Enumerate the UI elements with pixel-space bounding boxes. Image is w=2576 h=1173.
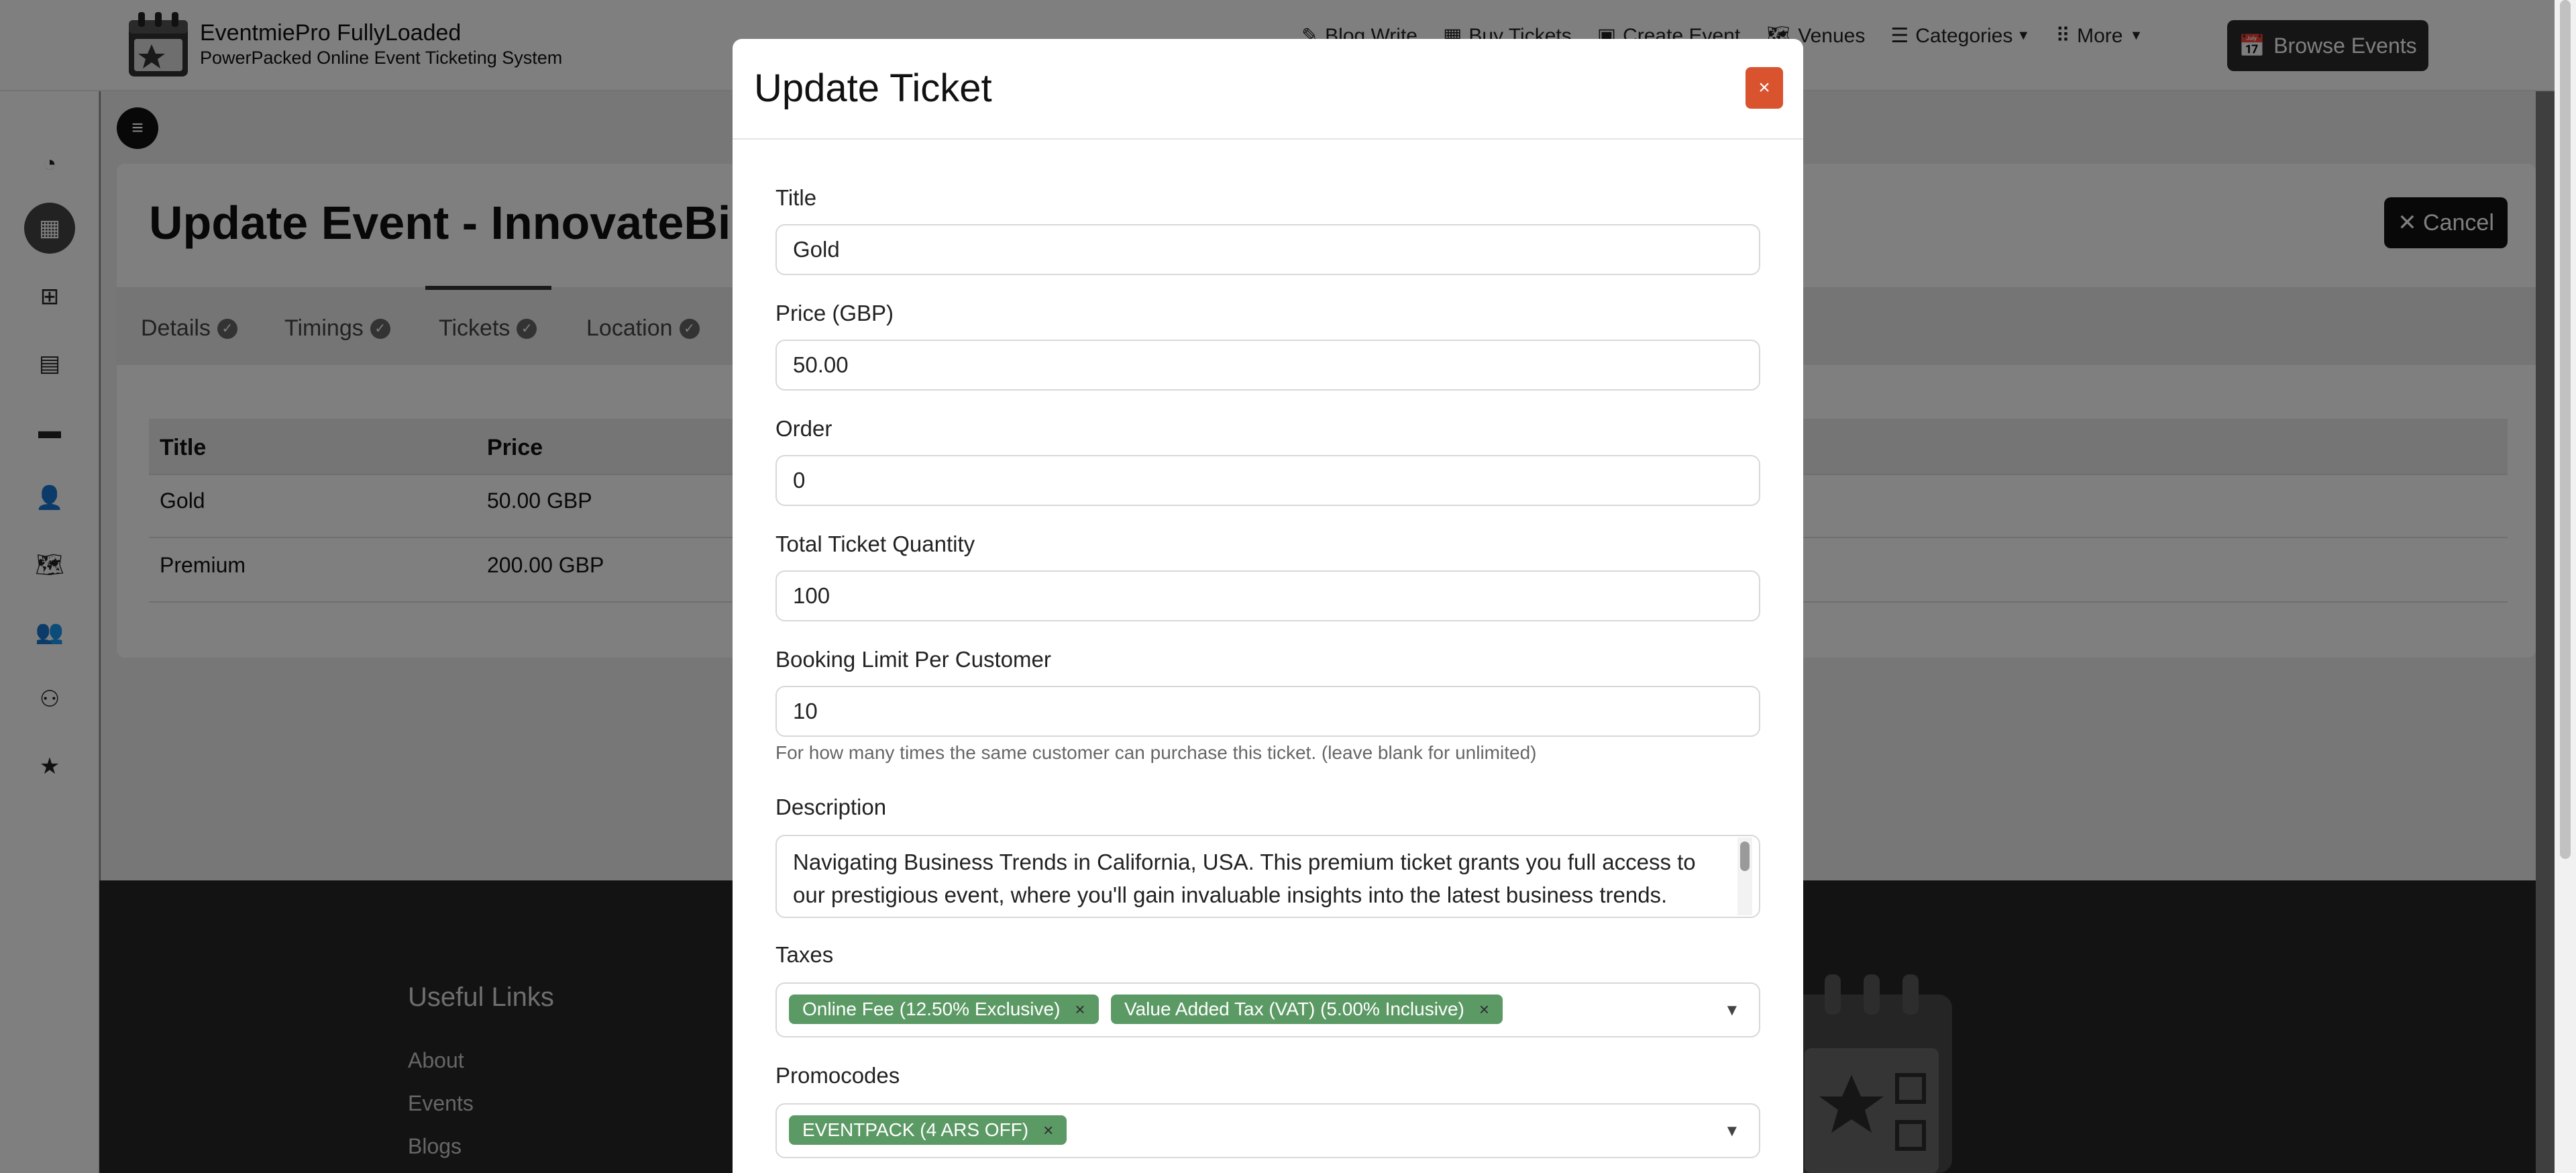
- modal-header: Update Ticket ×: [733, 39, 1803, 140]
- price-input[interactable]: 50.00: [775, 340, 1760, 391]
- booking-limit-label: Booking Limit Per Customer: [775, 647, 1051, 672]
- tax-chip-label: Online Fee (12.50% Exclusive): [802, 999, 1061, 1019]
- promocodes-label: Promocodes: [775, 1063, 900, 1088]
- chevron-down-icon[interactable]: ▼: [1724, 1001, 1740, 1020]
- modal-title: Update Ticket: [754, 66, 992, 110]
- chevron-down-icon[interactable]: ▼: [1724, 1122, 1740, 1141]
- tax-chip: Online Fee (12.50% Exclusive) ×: [789, 994, 1099, 1024]
- remove-chip-icon[interactable]: ×: [1075, 999, 1085, 1020]
- title-label: Title: [775, 185, 817, 210]
- promocode-chip: EVENTPACK (4 ARS OFF) ×: [789, 1115, 1067, 1145]
- title-input[interactable]: Gold: [775, 224, 1760, 275]
- remove-chip-icon[interactable]: ×: [1479, 999, 1489, 1020]
- description-label: Description: [775, 795, 887, 819]
- quantity-input[interactable]: 100: [775, 570, 1760, 621]
- close-button[interactable]: ×: [1746, 67, 1783, 109]
- order-input[interactable]: 0: [775, 455, 1760, 506]
- tax-chip: Value Added Tax (VAT) (5.00% Inclusive) ×: [1111, 994, 1503, 1024]
- price-label: Price (GBP): [775, 301, 894, 325]
- tax-chip-label: Value Added Tax (VAT) (5.00% Inclusive): [1124, 999, 1464, 1019]
- booking-limit-help: For how many times the same customer can…: [775, 742, 1537, 763]
- page-scrollbar-thumb[interactable]: [2560, 0, 2571, 859]
- description-textarea[interactable]: Navigating Business Trends in California…: [775, 835, 1760, 918]
- taxes-label: Taxes: [775, 942, 834, 967]
- update-ticket-modal: Update Ticket × Title Gold Price (GBP) 5…: [733, 39, 1803, 1173]
- order-label: Order: [775, 416, 833, 441]
- description-scrollbar-thumb[interactable]: [1740, 842, 1750, 871]
- booking-limit-input[interactable]: 10: [775, 686, 1760, 737]
- quantity-label: Total Ticket Quantity: [775, 531, 975, 556]
- promocode-chip-label: EVENTPACK (4 ARS OFF): [802, 1119, 1029, 1140]
- remove-chip-icon[interactable]: ×: [1043, 1120, 1053, 1141]
